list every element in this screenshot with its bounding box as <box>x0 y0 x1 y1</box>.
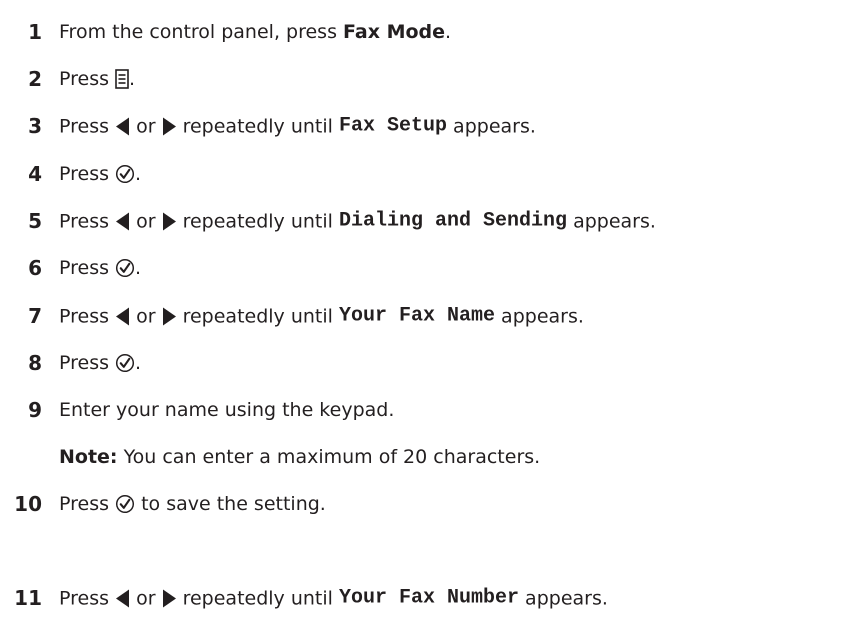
step-number: 10 <box>14 492 42 516</box>
left-arrow-icon <box>115 588 130 608</box>
step-text-part: appears. <box>519 587 608 609</box>
right-arrow-icon <box>162 116 177 136</box>
step-number: 11 <box>14 586 42 610</box>
note: Note: You can enter a maximum of 20 char… <box>59 439 540 475</box>
step-text-part: Press <box>59 257 116 279</box>
step-text: Press to save the setting. <box>59 493 326 515</box>
step-text: Press or repeatedly until Fax Setup appe… <box>59 115 536 138</box>
step-text: Press or repeatedly until Dialing and Se… <box>59 210 656 233</box>
step-text: Press . <box>59 352 141 374</box>
step-text-part: Press <box>59 493 116 515</box>
step-number: 7 <box>28 304 42 328</box>
step-text-part: Press <box>59 305 116 327</box>
step-text-part: repeatedly until <box>176 587 339 609</box>
left-arrow-icon <box>115 306 130 326</box>
step-text: Enter your name using the keypad. <box>59 399 394 421</box>
menu-option-code: Dialing and Sending <box>338 209 568 233</box>
step-text-part: appears. <box>495 305 584 327</box>
step-number: 5 <box>28 209 42 233</box>
step-text-part: repeatedly until <box>176 115 339 137</box>
step-number: 6 <box>28 256 42 280</box>
menu-option-code: Fax Setup <box>338 114 448 138</box>
step-number: 2 <box>28 67 42 91</box>
menu-option-code: Your Fax Name <box>338 304 496 328</box>
checkmark-circle-icon <box>115 353 135 373</box>
menu-option-code: Your Fax Number <box>338 586 520 610</box>
step-text-part: Enter your name using the keypad. <box>59 399 395 421</box>
step-text-part: Press <box>59 163 116 185</box>
step-text-part: . <box>135 163 142 185</box>
step-text: Press or repeatedly until Your Fax Name … <box>59 305 584 328</box>
step-text-part: . <box>129 68 136 90</box>
step-number: 4 <box>28 162 42 186</box>
left-arrow-icon <box>115 116 130 136</box>
right-arrow-icon <box>162 211 177 231</box>
step-text-part: . <box>135 257 142 279</box>
step-text-part: Press <box>59 587 116 609</box>
checkmark-circle-icon <box>115 494 135 514</box>
step-number: 3 <box>28 114 42 138</box>
note-label: Note: <box>59 446 118 468</box>
step-number: 8 <box>28 351 42 375</box>
step-text-part: From the control panel, press <box>59 21 344 43</box>
step-text-part: or <box>130 587 162 609</box>
step-text-part: . <box>445 21 452 43</box>
right-arrow-icon <box>162 588 177 608</box>
note-text: You can enter a maximum of 20 characters… <box>117 446 541 468</box>
menu-icon <box>115 69 129 89</box>
step-text-part: or <box>130 305 162 327</box>
step-text-part: . <box>135 352 142 374</box>
step-text-part: repeatedly until <box>176 210 339 232</box>
step-text-part: Press <box>59 210 116 232</box>
step-text-part: repeatedly until <box>176 305 339 327</box>
step-text: Press or repeatedly until Your Fax Numbe… <box>59 587 608 610</box>
step-text-part: to save the setting. <box>135 493 326 515</box>
step-text-part: Press <box>59 68 116 90</box>
step-text-part: Press <box>59 115 116 137</box>
step-text: Press . <box>59 68 135 90</box>
left-arrow-icon <box>115 211 130 231</box>
fax-mode-label: Fax Mode <box>343 21 446 43</box>
step-text-part: Press <box>59 352 116 374</box>
step-text-part: or <box>130 115 162 137</box>
step-text: Press . <box>59 163 141 185</box>
checkmark-circle-icon <box>115 164 135 184</box>
step-text-part: appears. <box>567 210 656 232</box>
step-number: 1 <box>28 20 42 44</box>
step-number: 9 <box>28 398 42 422</box>
step-text-part: or <box>130 210 162 232</box>
step-text-part: appears. <box>447 115 536 137</box>
right-arrow-icon <box>162 306 177 326</box>
step-text: From the control panel, press Fax Mode. <box>59 21 451 43</box>
step-text: Press . <box>59 257 141 279</box>
checkmark-circle-icon <box>115 258 135 278</box>
